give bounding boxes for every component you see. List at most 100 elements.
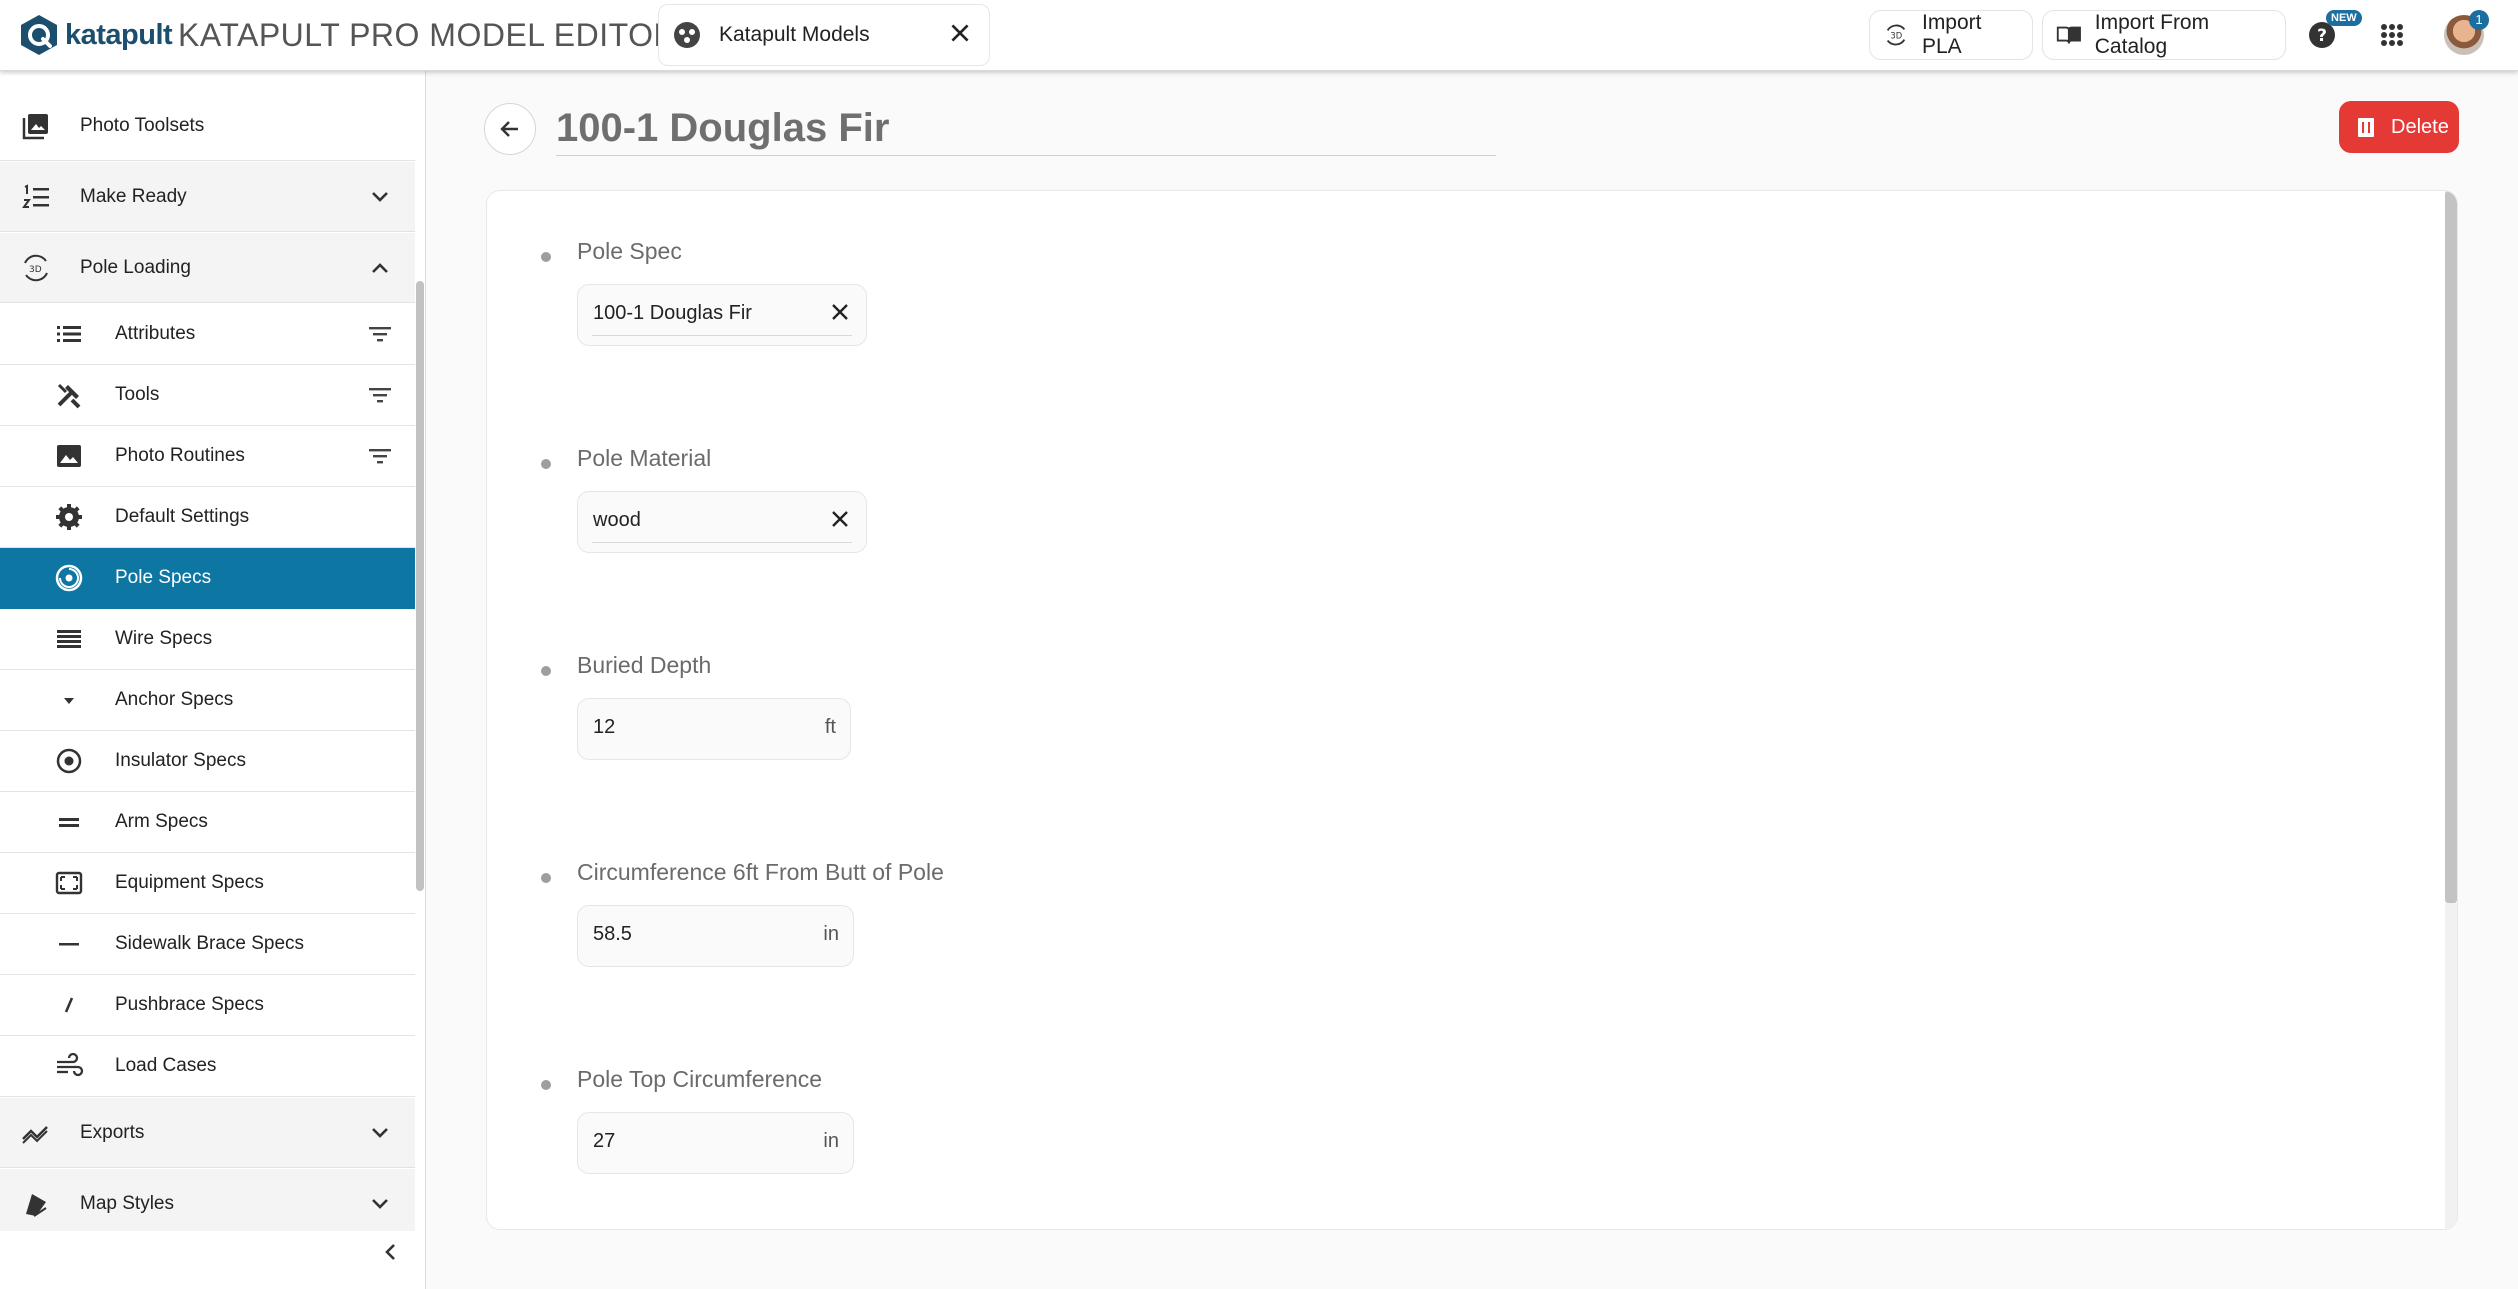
model-selector-chip[interactable]: Katapult Models [658, 4, 990, 66]
pole-material-select[interactable]: wood [577, 491, 867, 553]
apps-grid-icon[interactable] [2376, 19, 2408, 51]
katapult-logo[interactable]: katapult [18, 12, 173, 58]
model-chip-label: Katapult Models [719, 23, 870, 46]
unit-label: in [823, 1130, 839, 1152]
sidebar-item-photo-routines[interactable]: Photo Routines [0, 426, 415, 487]
filter-icon[interactable] [366, 381, 394, 409]
pole-top-circumference-input[interactable]: 27 in [577, 1112, 854, 1174]
dash-icon [59, 943, 79, 946]
chevron-left-icon[interactable] [378, 1239, 404, 1265]
anchor-arrow-icon [64, 698, 74, 704]
sidebar-item-insulator-specs[interactable]: Insulator Specs [0, 731, 415, 792]
field-label: Pole Top Circumference [577, 1066, 823, 1092]
field-value: 58.5 [593, 923, 632, 945]
sidebar-item-label: Equipment Specs [115, 872, 264, 893]
sidebar-item-label: Wire Specs [115, 628, 213, 649]
sidebar-item-label: Default Settings [115, 506, 250, 527]
sidebar-item-label: Tools [115, 384, 160, 405]
sidebar-section-label: Photo Toolsets [80, 114, 205, 136]
field-value: wood [593, 509, 641, 531]
sidebar-section-label: Make Ready [80, 185, 187, 207]
equipment-frame-icon [55, 871, 83, 895]
sidebar-item-wire-specs[interactable]: Wire Specs [0, 609, 415, 670]
sidebar-scrollbar[interactable] [416, 281, 424, 891]
sidebar-item-default-settings[interactable]: Default Settings [0, 487, 415, 548]
image-icon [57, 445, 81, 467]
close-icon[interactable] [828, 300, 852, 324]
sidebar-section-map-styles[interactable]: Map Styles [0, 1169, 415, 1231]
photo-library-icon [22, 113, 48, 139]
pole-spec-form-card: Pole Spec 100-1 Douglas Fir Pole Materia… [486, 190, 2458, 1230]
sidebar-item-arm-specs[interactable]: Arm Specs [0, 792, 415, 853]
sidebar-item-pushbrace-specs[interactable]: Pushbrace Specs [0, 975, 415, 1036]
insulator-circle-icon [56, 748, 82, 774]
filter-icon[interactable] [366, 442, 394, 470]
form-scrollbar-track[interactable] [2445, 903, 2457, 1229]
import-catalog-label: Import From Catalog [2094, 11, 2210, 58]
unit-label: in [823, 923, 839, 945]
chevron-down-icon [372, 1198, 388, 1209]
sidebar-section-label: Map Styles [80, 1192, 174, 1214]
sidebar-section-label: Exports [80, 1121, 145, 1143]
sidebar-item-equipment-specs[interactable]: Equipment Specs [0, 853, 415, 914]
close-icon[interactable] [828, 507, 852, 531]
bullet-dot [541, 1080, 551, 1090]
field-pole-top-circumference: Pole Top Circumference 27 in [487, 1066, 2387, 1186]
pole-spec-select[interactable]: 100-1 Douglas Fir [577, 284, 867, 346]
trending-icon [22, 1125, 48, 1144]
sidebar-section-label: Pole Loading [80, 256, 191, 278]
form-scrollbar-thumb[interactable] [2445, 191, 2457, 903]
buried-depth-input[interactable]: 12 ft [577, 698, 851, 760]
slash-icon [64, 997, 74, 1013]
filter-icon[interactable] [366, 320, 394, 348]
svg-text:?: ? [2317, 26, 2327, 46]
field-circumference-6ft: Circumference 6ft From Butt of Pole 58.5… [487, 859, 2387, 979]
import-from-catalog-button[interactable]: Import From Catalog [2042, 10, 2286, 60]
sidebar-item-label: Photo Routines [115, 445, 245, 466]
close-icon[interactable] [947, 20, 973, 46]
sidebar-item-label: Anchor Specs [115, 689, 234, 710]
chevron-up-icon [372, 262, 388, 273]
sidebar-item-load-cases[interactable]: Load Cases [0, 1036, 415, 1097]
sidebar-section-make-ready[interactable]: Make Ready [0, 162, 415, 232]
unit-label: ft [824, 716, 836, 738]
bullet-dot [541, 873, 551, 883]
field-pole-material: Pole Material wood [487, 445, 2387, 565]
katapult-models-icon [674, 22, 700, 48]
pole-top-icon [55, 564, 83, 592]
bullet-dot [541, 459, 551, 469]
top-app-bar: katapult KATAPULT PRO MODEL EDITOR Katap… [0, 0, 2518, 71]
sidebar-item-label: Insulator Specs [115, 750, 246, 771]
back-button[interactable] [484, 103, 536, 155]
sidebar-item-label: Sidewalk Brace Specs [115, 933, 305, 954]
sidebar-section-pole-loading[interactable]: 3D Pole Loading [0, 233, 415, 303]
list-icon [57, 326, 81, 342]
book-open-icon [2056, 26, 2081, 44]
sidebar-section-exports[interactable]: Exports [0, 1098, 415, 1168]
field-label: Pole Spec [577, 238, 682, 264]
page-title[interactable]: 100-1 Douglas Fir [556, 104, 1496, 156]
sidebar-item-tools[interactable]: Tools [0, 365, 415, 426]
sidebar-item-label: Pole Specs [115, 567, 212, 588]
sidebar-section-photo-toolsets[interactable]: Photo Toolsets [0, 91, 415, 161]
sidebar-item-sidewalk-brace-specs[interactable]: Sidewalk Brace Specs [0, 914, 415, 975]
sidebar-item-label: Arm Specs [115, 811, 208, 832]
delete-button[interactable]: Delete [2339, 101, 2459, 153]
svg-text:3D: 3D [1890, 31, 1902, 41]
field-label: Pole Material [577, 445, 712, 471]
import-pla-button[interactable]: 3D Import PLA [1869, 10, 2033, 60]
import-pla-label: Import PLA [1921, 11, 1982, 58]
paint-bucket-icon [26, 1193, 47, 1217]
sidebar-item-anchor-specs[interactable]: Anchor Specs [0, 670, 415, 731]
3d-rotation-icon: 3D [1886, 24, 1906, 46]
format-list-numbered-icon [22, 183, 49, 208]
field-pole-spec: Pole Spec 100-1 Douglas Fir [487, 238, 2387, 358]
wire-lines-icon [57, 630, 81, 648]
bullet-dot [541, 252, 551, 262]
arrow-left-icon [500, 121, 518, 137]
sidebar-item-pole-specs[interactable]: Pole Specs [0, 548, 415, 609]
sidebar-scroll-area: Photo Toolsets Make Ready 3D Pole Loadin… [0, 71, 415, 1231]
sidebar-item-attributes[interactable]: Attributes [0, 304, 415, 365]
circumference-6ft-input[interactable]: 58.5 in [577, 905, 854, 967]
3d-rotation-icon: 3D [24, 254, 48, 281]
